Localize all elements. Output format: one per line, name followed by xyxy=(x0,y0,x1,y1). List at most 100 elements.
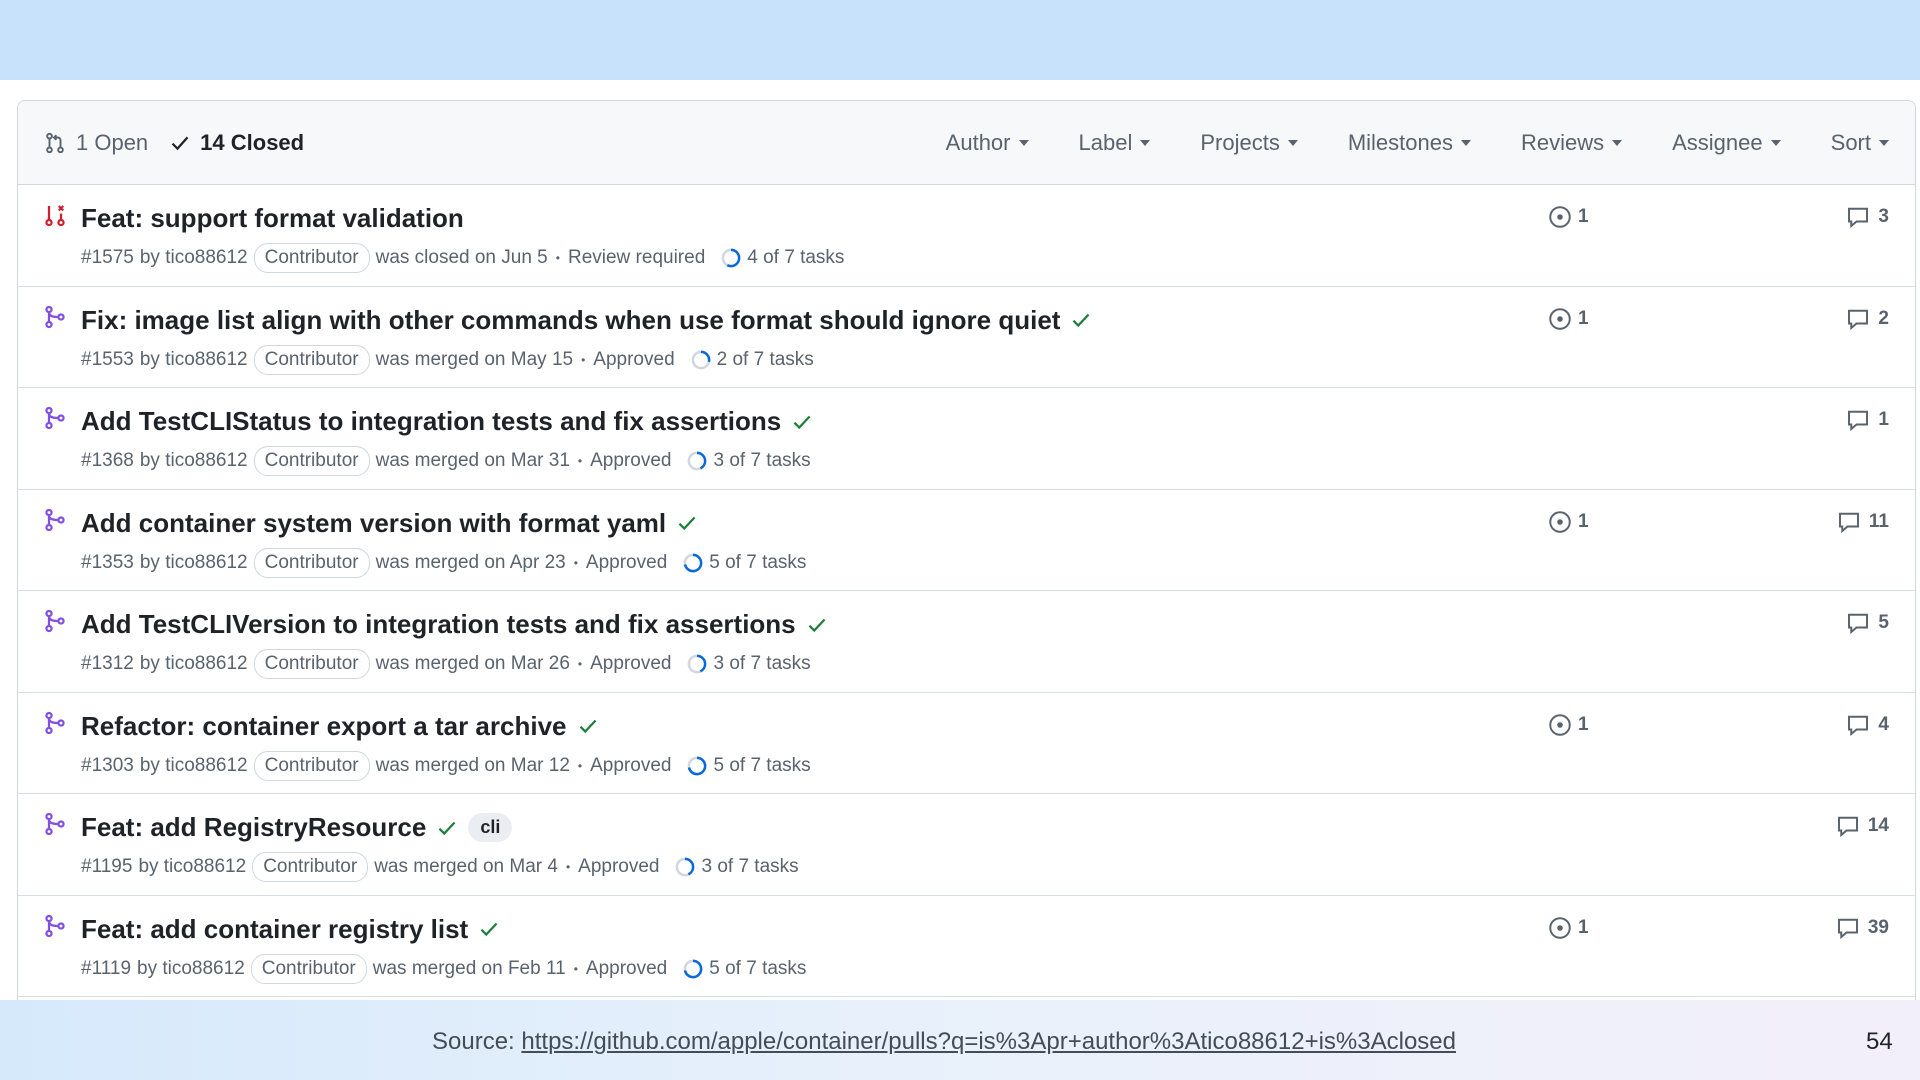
pr-author[interactable]: by tico88612 xyxy=(140,247,248,269)
author-filter[interactable]: Author xyxy=(946,130,1029,156)
linked-issue-count: 1 xyxy=(1578,916,1589,938)
open-filter[interactable]: 1 Open xyxy=(44,130,148,156)
pr-author[interactable]: by tico88612 xyxy=(140,755,248,777)
pull-request-row[interactable]: Feat: add container registry list #1119 by… xyxy=(18,896,1915,997)
filter-bar: Author Label Projects Milestones Reviews… xyxy=(946,130,1889,156)
pr-meta: #1303 by tico88612 Contributor was merged o… xyxy=(81,750,811,781)
comment-count-link[interactable]: 5 xyxy=(1846,611,1889,635)
pr-meta: #1575 by tico88612 Contributor was closed o… xyxy=(81,243,844,273)
comment-count-link[interactable]: 39 xyxy=(1836,916,1889,940)
review-status[interactable]: Approved xyxy=(590,755,671,777)
comment-count: 39 xyxy=(1867,916,1889,938)
task-count: 5 of 7 tasks xyxy=(709,957,807,979)
pr-author[interactable]: by tico88612 xyxy=(140,552,248,574)
pr-title[interactable]: Fix: image list align with other command… xyxy=(81,305,1060,336)
pull-request-row[interactable]: Add TestCLIVersion to integration tests … xyxy=(18,591,1915,693)
review-status[interactable]: Approved xyxy=(586,552,667,574)
comment-count-link[interactable]: 11 xyxy=(1837,510,1889,534)
pr-title[interactable]: Feat: support format validation xyxy=(81,203,464,234)
pr-author[interactable]: by tico88612 xyxy=(140,349,248,371)
checks-passed-icon[interactable] xyxy=(478,918,500,940)
pr-number: #1119 xyxy=(81,957,132,979)
pr-title-line: Add TestCLIVersion to integration tests … xyxy=(81,609,828,640)
pull-request-row[interactable]: Refactor: container export a tar archive… xyxy=(18,693,1915,794)
separator-dot: • xyxy=(555,251,560,265)
pr-title[interactable]: Add TestCLIStatus to integration tests a… xyxy=(81,406,781,437)
comment-count-link[interactable]: 1 xyxy=(1846,408,1889,432)
pull-request-row[interactable]: Fix: image list align with other command… xyxy=(18,287,1915,388)
comment-icon xyxy=(1848,207,1869,229)
contributor-badge: Contributor xyxy=(253,243,370,273)
pull-request-row[interactable]: Add container system version with format… xyxy=(18,490,1915,591)
review-status[interactable]: Approved xyxy=(578,856,659,878)
pr-label[interactable]: cli xyxy=(468,813,513,842)
review-status[interactable]: Approved xyxy=(593,349,674,371)
merged-pr-icon xyxy=(45,812,65,836)
pr-status: was merged on Mar 31 xyxy=(375,450,570,471)
checks-passed-icon[interactable] xyxy=(436,817,458,839)
linked-issues[interactable]: 1 xyxy=(1548,510,1589,534)
pr-number: #1368 xyxy=(81,450,134,471)
linked-issue-count: 1 xyxy=(1578,713,1589,735)
linked-issue-count: 1 xyxy=(1578,206,1589,227)
pr-title[interactable]: Feat: add container registry list xyxy=(81,914,468,945)
sort-filter[interactable]: Sort xyxy=(1831,130,1889,156)
closed-filter[interactable]: 14 Closed xyxy=(170,130,304,156)
pr-title-line: Add container system version with format… xyxy=(81,508,698,539)
top-band xyxy=(0,0,1920,80)
pr-title[interactable]: Feat: add RegistryResource xyxy=(81,812,426,843)
caret-down-icon xyxy=(1879,139,1889,146)
task-count: 2 of 7 tasks xyxy=(716,348,814,370)
projects-filter[interactable]: Projects xyxy=(1200,130,1298,156)
pr-status: was merged on Apr 23 xyxy=(375,551,566,573)
label-filter[interactable]: Label xyxy=(1079,130,1151,156)
pr-author[interactable]: by tico88612 xyxy=(138,856,246,878)
linked-issues[interactable]: 1 xyxy=(1548,916,1589,940)
pr-title-line: Add TestCLIStatus to integration tests a… xyxy=(81,406,813,437)
review-status[interactable]: Approved xyxy=(590,653,671,675)
reviews-filter-label: Reviews xyxy=(1520,129,1605,155)
assignee-filter[interactable]: Assignee xyxy=(1672,130,1781,156)
review-status[interactable]: Approved xyxy=(586,958,667,980)
pr-title[interactable]: Add TestCLIVersion to integration tests … xyxy=(81,609,796,640)
linked-issue-icon xyxy=(1549,916,1571,939)
checks-passed-icon[interactable] xyxy=(577,715,599,737)
pull-request-row[interactable]: Feat: add RegistryResource cli #1195 by tic… xyxy=(18,794,1915,896)
milestones-filter[interactable]: Milestones xyxy=(1348,130,1471,156)
linked-issue-count: 1 xyxy=(1578,510,1589,532)
review-status[interactable]: Approved xyxy=(590,450,671,472)
comment-count-link[interactable]: 2 xyxy=(1846,307,1889,331)
reviews-filter[interactable]: Reviews xyxy=(1520,129,1623,156)
linked-issues[interactable]: 1 xyxy=(1548,205,1589,229)
check-icon xyxy=(171,136,189,150)
task-count: 3 of 7 tasks xyxy=(701,856,799,877)
pr-author[interactable]: by tico88612 xyxy=(137,958,245,980)
linked-issues[interactable]: 1 xyxy=(1548,713,1589,737)
pr-status: was merged on May 15 xyxy=(375,348,574,370)
assignee-filter-label: Assignee xyxy=(1672,129,1763,155)
merged-pr-icon xyxy=(45,305,65,328)
pr-author[interactable]: by tico88612 xyxy=(140,450,248,472)
pr-title[interactable]: Refactor: container export a tar archive xyxy=(81,711,567,742)
review-status[interactable]: Review required xyxy=(568,247,705,269)
pr-title-line: Feat: add RegistryResource cli xyxy=(81,812,513,843)
pr-title[interactable]: Add container system version with format… xyxy=(81,508,666,539)
checks-passed-icon[interactable] xyxy=(791,411,813,433)
comment-count-link[interactable]: 4 xyxy=(1846,713,1889,737)
checks-passed-icon[interactable] xyxy=(1070,309,1092,331)
source-link[interactable]: https://github.com/apple/container/pulls… xyxy=(521,1028,1456,1055)
comment-count-link[interactable]: 3 xyxy=(1846,205,1889,229)
comment-count-link[interactable]: 14 xyxy=(1836,814,1889,838)
milestones-filter-label: Milestones xyxy=(1347,129,1453,155)
pull-request-row[interactable]: Feat: support format validation #1575 by t… xyxy=(18,185,1915,287)
linked-issue-icon xyxy=(1549,206,1571,228)
pull-request-row[interactable]: Add TestCLIStatus to integration tests a… xyxy=(18,388,1915,490)
contributor-badge: Contributor xyxy=(252,852,369,882)
checks-passed-icon[interactable] xyxy=(806,614,828,636)
list-header: 1 Open 14 Closed Author Label Projects M… xyxy=(18,101,1915,185)
pr-author[interactable]: by tico88612 xyxy=(140,653,248,675)
checks-passed-icon[interactable] xyxy=(676,512,698,534)
contributor-badge: Contributor xyxy=(250,953,367,984)
linked-issues[interactable]: 1 xyxy=(1548,307,1589,331)
comment-icon xyxy=(1848,309,1869,330)
